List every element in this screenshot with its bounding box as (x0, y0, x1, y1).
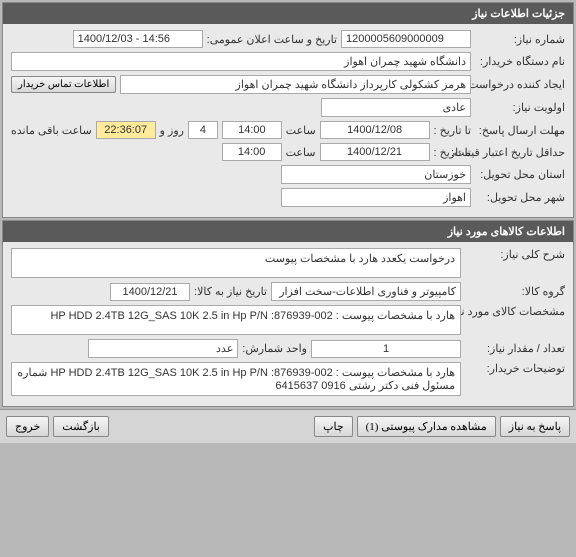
province-label: استان محل تحویل: (475, 168, 565, 181)
unit-value: عدد (88, 339, 238, 358)
deadline-time-value: 14:00 (222, 121, 282, 139)
public-announce-label: تاریخ و ساعت اعلان عمومی: (207, 33, 337, 46)
contact-buyer-button[interactable]: اطلاعات تماس خریدار (11, 76, 116, 93)
need-date-value: 1400/12/21 (110, 283, 190, 301)
buyer-label: نام دستگاه خریدار: (475, 55, 565, 68)
deadline-days-value: 4 (188, 121, 218, 139)
validity-to-date-label: تا تاریخ : (434, 146, 471, 159)
qty-label: تعداد / مقدار نیاز: (465, 342, 565, 355)
group-label: گروه کالا: (465, 285, 565, 298)
deadline-remaining-label: ساعت باقی مانده (11, 124, 92, 137)
reply-button[interactable]: پاسخ به نیاز (500, 416, 570, 437)
requester-label: ایجاد کننده درخواست: (475, 78, 565, 91)
deadline-date-value: 1400/12/08 (320, 121, 430, 139)
need-number-value: 1200005609000009 (341, 30, 471, 48)
items-panel-header: اطلاعات کالاهای مورد نیاز (3, 221, 573, 242)
spec-value: هارد با مشخصات پیوست : HP HDD 2.4TB 12G_… (11, 305, 461, 335)
validity-label: حداقل تاریخ اعتبار قیمت: (475, 146, 565, 159)
province-value: خوزستان (281, 165, 471, 184)
deadline-label: مهلت ارسال پاسخ: (475, 124, 565, 137)
spec-label: مشخصات کالای مورد نیاز: (465, 305, 565, 318)
unit-label: واحد شمارش: (242, 342, 307, 355)
validity-date-value: 1400/12/21 (320, 143, 430, 161)
attachments-button[interactable]: مشاهده مدارک پیوستی (1) (357, 416, 496, 437)
public-announce-value: 1400/12/03 - 14:56 (73, 30, 203, 48)
deadline-days-and-label: روز و (160, 124, 184, 137)
priority-value: عادی (321, 98, 471, 117)
buyer-notes-value: هارد با مشخصات پیوست : HP HDD 2.4TB 12G_… (11, 362, 461, 396)
group-value: کامپیوتر و فناوری اطلاعات-سخت افزار (271, 282, 461, 301)
need-number-label: شماره نیاز: (475, 33, 565, 46)
overall-value: درخواست یکعدد هارد با مشخصات پیوست (11, 248, 461, 278)
deadline-countdown-value: 22:36:07 (96, 121, 156, 139)
buyer-value: دانشگاه شهید چمران اهواز (11, 52, 471, 71)
requester-value: هرمز کشکولی کارپرداز دانشگاه شهید چمران … (120, 75, 471, 94)
qty-value: 1 (311, 340, 461, 358)
exit-button[interactable]: خروج (6, 416, 49, 437)
need-date-label: تاریخ نیاز به کالا: (194, 285, 267, 298)
deadline-to-date-label: تا تاریخ : (434, 124, 471, 137)
print-button[interactable]: چاپ (314, 416, 353, 437)
city-value: اهواز (281, 188, 471, 207)
items-panel: اطلاعات کالاهای مورد نیاز شرح کلی نیاز: … (2, 220, 574, 407)
need-details-panel: جزئیات اطلاعات نیاز شماره نیاز: 12000056… (2, 2, 574, 218)
footer-bar: پاسخ به نیاز مشاهده مدارک پیوستی (1) چاپ… (0, 409, 576, 443)
overall-label: شرح کلی نیاز: (465, 248, 565, 261)
city-label: شهر محل تحویل: (475, 191, 565, 204)
validity-time-value: 14:00 (222, 143, 282, 161)
need-details-header: جزئیات اطلاعات نیاز (3, 3, 573, 24)
deadline-time-label: ساعت (286, 124, 316, 137)
back-button[interactable]: بازگشت (53, 416, 109, 437)
priority-label: اولویت نیاز: (475, 101, 565, 114)
buyer-notes-label: توضیحات خریدار: (465, 362, 565, 375)
validity-time-label: ساعت (286, 146, 316, 159)
